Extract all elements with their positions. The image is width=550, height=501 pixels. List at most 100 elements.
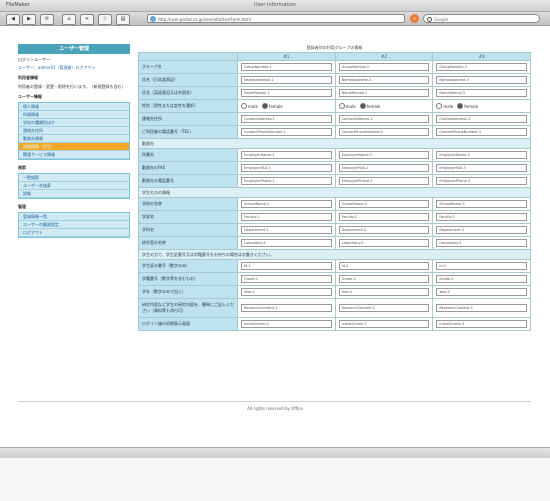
text-field[interactable]: EmployerFAX.2	[338, 164, 430, 172]
text-field[interactable]: Department.3	[436, 226, 527, 234]
text-field[interactable]: SchoolName.3	[436, 200, 527, 208]
back-button[interactable]: ◀	[6, 14, 20, 25]
text-field[interactable]: GroupNameJa.3	[436, 63, 527, 71]
text-field[interactable]: Year.2	[338, 288, 430, 296]
sidebar-item[interactable]: 詳細	[19, 190, 129, 198]
form-row: 学籍番号（数字等を含むもの） Grade.1 Grade.2 Grade.3	[138, 272, 531, 286]
text-field[interactable]: InitialScreen.3	[436, 320, 527, 328]
text-field[interactable]: Faculty.3	[436, 213, 527, 221]
field-cell: SchoolName.3	[432, 197, 531, 211]
text-field[interactable]: GroupNameJa.2	[338, 63, 430, 71]
text-field[interactable]: ResearchContent.1	[241, 304, 332, 312]
search-input[interactable]: Google	[423, 14, 540, 23]
text-field[interactable]: Laboratory.1	[241, 239, 332, 247]
sidebar-item[interactable]: ユーザーの権限設定	[19, 221, 129, 229]
text-field[interactable]: NameJapanese.1	[241, 76, 332, 84]
radio-label: female	[268, 103, 283, 109]
text-field[interactable]: ContactPhoneNumber.2	[338, 128, 430, 136]
text-field[interactable]: ResearchContent.3	[436, 304, 527, 312]
sidebar-item[interactable]: ユーザー名検索	[19, 182, 129, 190]
text-field[interactable]: EmployerName.3	[436, 151, 527, 159]
page-footer: All rights reserved by Office	[247, 406, 303, 411]
text-field[interactable]: NameJapanese.3	[436, 76, 527, 84]
text-field[interactable]: GroupNameJa.1	[241, 63, 332, 71]
sidebar-item[interactable]: 勤務先情報	[19, 135, 129, 143]
text-field[interactable]: EmployerPhone.1	[241, 177, 332, 185]
field-cell: Year.3	[432, 285, 531, 299]
field-label: グループ名	[138, 60, 238, 74]
field-label: 学籍番号（数字等を含むもの）	[138, 272, 238, 286]
text-field[interactable]: Grade.3	[436, 275, 527, 283]
text-field[interactable]: Department.2	[338, 226, 430, 234]
plus-icon[interactable]: +	[80, 14, 94, 25]
field-cell: ContactAddress.2	[334, 112, 434, 126]
login-user-info[interactable]: ユーザー：admin01（管理者）ログアウト	[18, 65, 130, 70]
radio-button[interactable]	[457, 103, 464, 109]
forward-button[interactable]: ▶	[22, 14, 36, 25]
radio-button[interactable]	[241, 103, 247, 109]
text-field[interactable]: Grade.2	[338, 275, 430, 283]
text-field[interactable]: Year.3	[436, 288, 527, 296]
radio-button[interactable]	[261, 103, 268, 109]
text-field[interactable]: EmployerFAX.1	[241, 164, 332, 172]
text-field[interactable]: SchoolName.2	[338, 200, 430, 208]
radio-button[interactable]	[436, 103, 443, 109]
text-field[interactable]: ContactAddress.1	[241, 115, 332, 123]
window-titlebar: FileMaker User Information	[0, 0, 550, 12]
field-cell: EmployerName.3	[432, 148, 531, 162]
text-field[interactable]: NameJapanese.2	[338, 76, 430, 84]
text-field[interactable]: Faculty.1	[241, 213, 332, 221]
section-label: 勤務先	[138, 138, 531, 149]
field-cell: NameRomaji.1	[237, 86, 336, 100]
bookmark-icon[interactable]: ☆	[98, 14, 112, 25]
text-field[interactable]: InitialScreen.1	[241, 320, 332, 328]
address-bar[interactable]: http://user.portal.co.jp/userinfo/UserFo…	[147, 14, 405, 23]
text-field[interactable]: ContactAddress.3	[436, 115, 527, 123]
sidebar-item[interactable]: 所属情報	[19, 111, 129, 119]
field-cell: GroupNameJa.3	[432, 60, 531, 74]
home-icon[interactable]: ⌂	[62, 14, 76, 25]
text-field[interactable]: Grade.1	[241, 275, 332, 283]
sidebar-item[interactable]: 登録情報一覧	[19, 213, 129, 221]
field-cell: ResearchContent.3	[432, 298, 531, 318]
text-field[interactable]: ContactPhoneNumber.1	[241, 128, 332, 136]
text-field[interactable]: EmployerPhone.3	[436, 177, 527, 185]
text-field[interactable]: Id.3	[436, 262, 527, 270]
text-field[interactable]: Faculty.2	[338, 213, 430, 221]
print-icon[interactable]: ▤	[116, 14, 130, 25]
text-field[interactable]: EmployerName.1	[241, 151, 332, 159]
form-title: 登録者別の利用グループの情報	[306, 45, 363, 50]
text-field[interactable]: Department.1	[241, 226, 332, 234]
text-field[interactable]: Id.2	[338, 262, 430, 270]
window-title: User Information	[254, 2, 296, 8]
text-field[interactable]: ContactAddress.2	[338, 115, 430, 123]
text-field[interactable]: ContactPhoneNumber.3	[436, 128, 527, 136]
text-field[interactable]: NameRomaji.1	[241, 89, 332, 97]
sidebar-item[interactable]: ログアウト	[19, 229, 129, 237]
radio-button[interactable]	[338, 103, 345, 109]
text-field[interactable]: NameRomaji.2	[338, 89, 430, 97]
text-field[interactable]: SchoolName.1	[241, 200, 332, 208]
text-field[interactable]: Year.1	[241, 288, 332, 296]
text-field[interactable]: EmployerName.2	[338, 151, 430, 159]
reload-button[interactable]: ⟳	[40, 14, 54, 25]
radio-button[interactable]	[359, 103, 366, 109]
text-field[interactable]: ResearchContent.2	[338, 304, 430, 312]
text-field[interactable]: Id.1	[241, 262, 332, 270]
text-field[interactable]: EmployerFAX.3	[436, 164, 527, 172]
form-row: ご利用者の電話番号（TEL） ContactPhoneNumber.1 Contac…	[138, 125, 531, 139]
sidebar-item[interactable]: 個人情報	[19, 103, 129, 111]
text-field[interactable]: InitialScreen.2	[338, 320, 430, 328]
form-row: 学生証の番号（数字のみ） Id.1 Id.2 Id.3	[138, 259, 531, 273]
sidebar-item[interactable]: 学校の種類別ほか	[19, 119, 129, 127]
sidebar-item[interactable]: 関連サービス情報	[19, 151, 129, 159]
stop-button[interactable]: ×	[410, 14, 419, 23]
sidebar-item[interactable]: 一覧検索	[19, 174, 129, 182]
sidebar-item[interactable]: 連絡先住所	[19, 127, 129, 135]
text-field[interactable]: Laboratory.3	[436, 239, 527, 247]
sidebar-item-active[interactable]: 詳細情報（学生）	[19, 143, 129, 151]
text-field[interactable]: Laboratory.2	[338, 239, 430, 247]
form-row: 氏名（日本語表記） NameJapanese.1 NameJapanese.2 Nam…	[138, 73, 531, 87]
text-field[interactable]: EmployerPhone.2	[338, 177, 430, 185]
text-field[interactable]: NameRomaji.3	[436, 89, 527, 97]
